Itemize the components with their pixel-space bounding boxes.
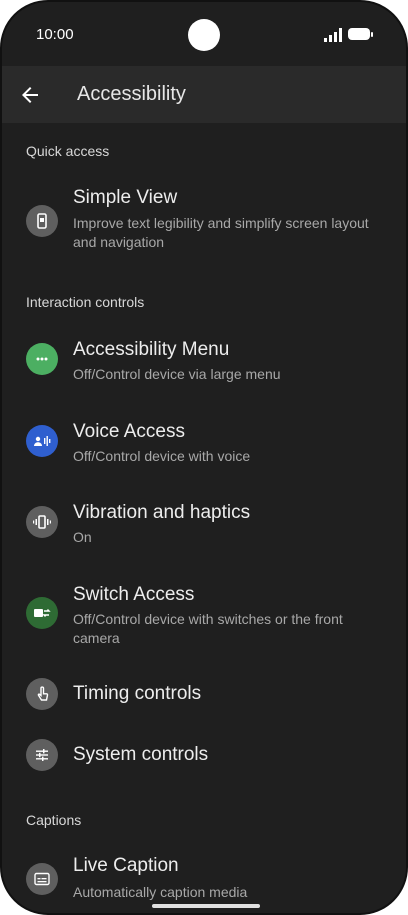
section-header-quick-access: Quick access bbox=[26, 143, 110, 159]
section-header-captions: Captions bbox=[26, 812, 82, 828]
accessibility-menu-title: Accessibility Menu bbox=[73, 339, 230, 360]
home-indicator[interactable] bbox=[152, 904, 260, 908]
settings-list: Quick access Simple View Improve text le… bbox=[2, 123, 406, 913]
list-item-vibration-haptics[interactable]: Vibration and haptics On bbox=[2, 500, 406, 560]
timing-controls-title: Timing controls bbox=[73, 683, 202, 704]
live-caption-subtitle: Automatically caption media bbox=[73, 884, 248, 900]
accessibility-menu-subtitle: Off/Control device via large menu bbox=[73, 366, 281, 382]
vibration-title: Vibration and haptics bbox=[73, 502, 251, 523]
system-controls-icon bbox=[26, 739, 58, 771]
list-item-voice-access[interactable]: Voice Access Off/Control device with voi… bbox=[2, 419, 406, 479]
list-item-simple-view[interactable]: Simple View Improve text legibility and … bbox=[2, 183, 406, 253]
list-item-system-controls[interactable]: System controls bbox=[2, 736, 406, 780]
voice-access-title: Voice Access bbox=[73, 421, 185, 442]
switch-access-title: Switch Access bbox=[73, 584, 195, 605]
phone-screen: 10:00 Accessibility Quick access Simple … bbox=[0, 0, 408, 915]
timing-controls-icon bbox=[26, 678, 58, 710]
simple-view-subtitle: Improve text legibility and simplify scr… bbox=[73, 215, 369, 250]
switch-access-subtitle: Off/Control device with switches or the … bbox=[73, 611, 343, 646]
battery-icon bbox=[348, 28, 373, 40]
voice-access-subtitle: Off/Control device with voice bbox=[73, 448, 251, 464]
page-title: Accessibility bbox=[77, 83, 186, 105]
system-controls-title: System controls bbox=[73, 744, 209, 765]
live-caption-icon bbox=[26, 863, 58, 895]
voice-access-icon bbox=[26, 425, 58, 457]
simple-view-icon bbox=[26, 205, 58, 237]
signal-icon bbox=[324, 28, 342, 42]
camera-cutout bbox=[188, 19, 220, 51]
back-arrow-icon[interactable] bbox=[18, 83, 42, 107]
status-time: 10:00 bbox=[36, 26, 74, 43]
vibration-subtitle: On bbox=[73, 529, 92, 545]
section-header-interaction-controls: Interaction controls bbox=[26, 294, 145, 310]
list-item-switch-access[interactable]: Switch Access Off/Control device with sw… bbox=[2, 582, 406, 652]
vibration-icon bbox=[26, 506, 58, 538]
accessibility-menu-icon bbox=[26, 343, 58, 375]
app-bar: Accessibility bbox=[2, 66, 406, 123]
switch-access-icon bbox=[26, 597, 58, 629]
list-item-timing-controls[interactable]: Timing controls bbox=[2, 675, 406, 719]
simple-view-title: Simple View bbox=[73, 187, 178, 208]
list-item-accessibility-menu[interactable]: Accessibility Menu Off/Control device vi… bbox=[2, 337, 406, 397]
status-bar: 10:00 bbox=[2, 2, 406, 66]
live-caption-title: Live Caption bbox=[73, 855, 179, 876]
